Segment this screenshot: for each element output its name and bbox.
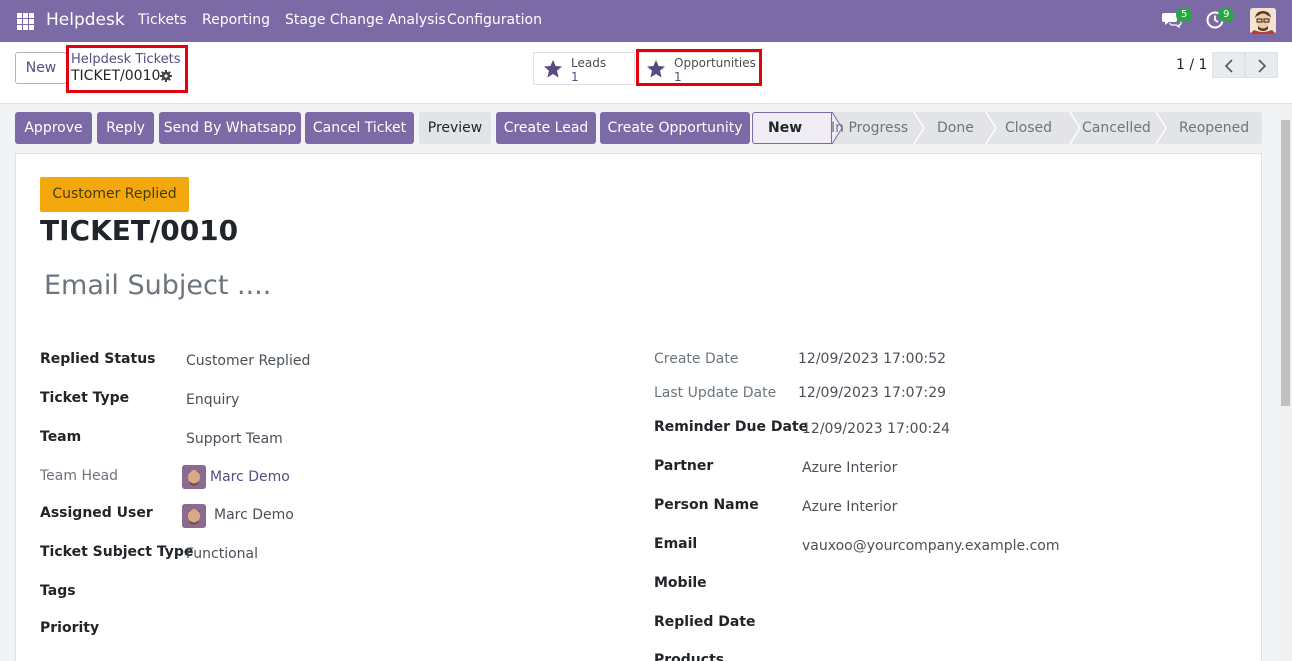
menu-stage-change-analysis[interactable]: Stage Change Analysis xyxy=(285,12,446,28)
stage-statusbar: New In Progress Done Closed Cancelled Re… xyxy=(752,112,1262,144)
create-lead-button[interactable]: Create Lead xyxy=(496,112,596,144)
last-update-date-value: 12/09/2023 17:07:29 xyxy=(798,385,947,401)
pager-value[interactable]: 1 / 1 xyxy=(1176,57,1207,73)
breadcrumb-parent-link[interactable]: Helpdesk Tickets xyxy=(71,52,181,67)
menu-tickets[interactable]: Tickets xyxy=(138,12,187,28)
create-date-label: Create Date xyxy=(654,351,739,367)
partner-label: Partner xyxy=(654,458,714,474)
chat-badge: 5 xyxy=(1176,8,1193,22)
leads-smart-button[interactable]: Leads 1 xyxy=(533,52,635,85)
partner-value[interactable]: Azure Interior xyxy=(802,460,897,476)
stage-reopened[interactable]: Reopened xyxy=(1179,112,1249,144)
gear-icon[interactable] xyxy=(160,70,172,82)
opportunities-highlight-box xyxy=(636,49,762,86)
tags-label: Tags xyxy=(40,583,76,599)
ticket-title: TICKET/0010 xyxy=(40,214,239,247)
create-date-value: 12/09/2023 17:00:52 xyxy=(798,351,947,367)
ticket-type-label: Ticket Type xyxy=(40,390,130,406)
ticket-type-value[interactable]: Enquiry xyxy=(186,392,239,408)
pager-previous-button[interactable] xyxy=(1212,52,1245,78)
team-head-avatar xyxy=(182,465,206,489)
menu-reporting[interactable]: Reporting xyxy=(202,12,270,28)
team-head-label: Team Head xyxy=(40,468,119,484)
leads-count: 1 xyxy=(571,70,579,84)
user-avatar[interactable] xyxy=(1250,8,1276,34)
apps-grid-icon[interactable] xyxy=(17,13,34,30)
app-brand[interactable]: Helpdesk xyxy=(46,10,125,30)
stage-new[interactable]: New xyxy=(768,112,802,144)
last-update-date-label: Last Update Date xyxy=(654,385,777,401)
create-opportunity-button[interactable]: Create Opportunity xyxy=(600,112,750,144)
person-name-value[interactable]: Azure Interior xyxy=(802,499,897,515)
cancel-ticket-button[interactable]: Cancel Ticket xyxy=(305,112,414,144)
star-icon xyxy=(544,60,562,78)
assigned-user-avatar xyxy=(182,504,206,528)
activity-badge: 9 xyxy=(1218,8,1235,22)
assigned-user-label: Assigned User xyxy=(40,505,153,521)
leads-label: Leads xyxy=(571,56,607,70)
stage-in-progress[interactable]: In Progress xyxy=(831,112,908,144)
stage-closed[interactable]: Closed xyxy=(1005,112,1052,144)
breadcrumb-current: TICKET/0010 xyxy=(71,68,161,84)
team-head-value[interactable]: Marc Demo xyxy=(210,469,290,485)
mobile-label: Mobile xyxy=(654,575,707,591)
top-navbar: Helpdesk Tickets Reporting Stage Change … xyxy=(0,0,1292,42)
reminder-due-date-value[interactable]: 12/09/2023 17:00:24 xyxy=(802,421,950,437)
preview-button[interactable]: Preview xyxy=(419,112,491,144)
email-label: Email xyxy=(654,536,698,552)
approve-button[interactable]: Approve xyxy=(15,112,92,144)
team-label: Team xyxy=(40,429,82,445)
status-badge: Customer Replied xyxy=(40,177,189,212)
page-scrollbar[interactable] xyxy=(1279,104,1292,661)
stage-done[interactable]: Done xyxy=(937,112,974,144)
scrollbar-thumb[interactable] xyxy=(1281,120,1290,406)
replied-date-label: Replied Date xyxy=(654,614,756,630)
replied-status-label: Replied Status xyxy=(40,351,156,367)
menu-configuration[interactable]: Configuration xyxy=(447,12,542,28)
products-label: Products xyxy=(654,652,725,661)
reminder-due-date-label: Reminder Due Date xyxy=(654,419,809,435)
replied-status-value[interactable]: Customer Replied xyxy=(186,353,310,369)
send-by-whatsapp-button[interactable]: Send By Whatsapp xyxy=(159,112,301,144)
priority-label: Priority xyxy=(40,620,100,636)
pager-next-button[interactable] xyxy=(1245,52,1278,78)
assigned-user-value[interactable]: Marc Demo xyxy=(214,507,294,523)
chevron-left-icon xyxy=(1224,59,1233,73)
email-value[interactable]: vauxoo@yourcompany.example.com xyxy=(802,538,1059,554)
stage-cancelled[interactable]: Cancelled xyxy=(1082,112,1151,144)
ticket-subject-type-label: Ticket Subject Type xyxy=(40,544,194,560)
ticket-subject-type-value[interactable]: Functional xyxy=(186,546,258,562)
new-button[interactable]: New xyxy=(15,52,67,84)
email-subject-input[interactable]: Email Subject .... xyxy=(44,270,271,301)
team-value[interactable]: Support Team xyxy=(186,431,283,447)
person-name-label: Person Name xyxy=(654,497,759,513)
chevron-right-icon xyxy=(1258,59,1267,73)
reply-button[interactable]: Reply xyxy=(97,112,154,144)
control-panel: New Helpdesk Tickets TICKET/0010 Leads 1… xyxy=(0,42,1292,104)
